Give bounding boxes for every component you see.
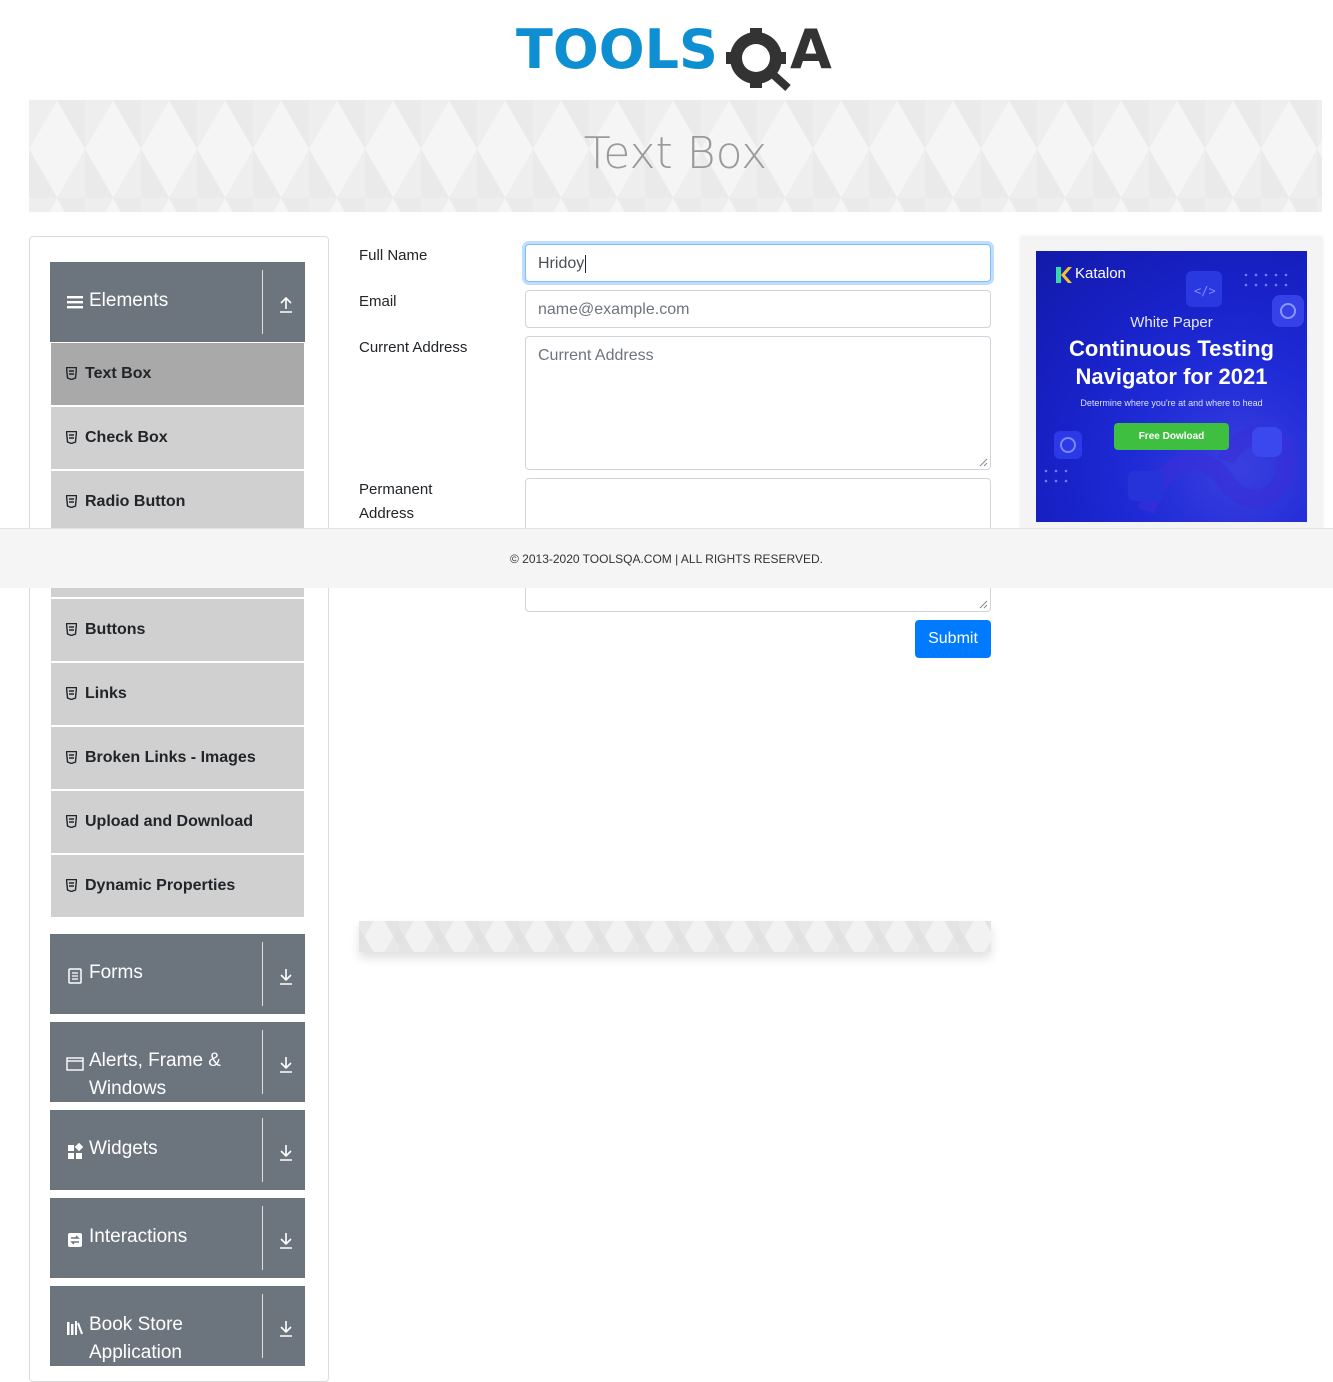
window-icon xyxy=(66,1057,84,1071)
email-input[interactable]: name@example.com xyxy=(525,290,991,328)
group-alerts-frame-windows[interactable]: Alerts, Frame & Windows xyxy=(50,1022,305,1102)
sidebar-item-label: Text Box xyxy=(85,365,152,382)
gear-magnifier-icon xyxy=(726,28,791,91)
page-banner: Text Box xyxy=(29,100,1322,212)
books-icon xyxy=(67,1321,83,1335)
html5-icon xyxy=(66,879,77,892)
full-name-label: Full Name xyxy=(359,247,428,264)
group-title-line2: Windows xyxy=(89,1078,167,1099)
permanent-address-label-line2: Address xyxy=(359,505,415,522)
email-label: Email xyxy=(359,293,397,310)
arrow-up-icon[interactable] xyxy=(277,294,295,314)
interactions-icon xyxy=(68,1233,82,1247)
ad-eyebrow: White Paper xyxy=(1130,314,1213,331)
ad-subtext: Determine where you're at and where to h… xyxy=(1080,398,1263,408)
ad-headline: Continuous Testing Navigator for 2021 xyxy=(1036,335,1307,391)
sidebar-item-upload-download[interactable]: Upload and Download xyxy=(51,791,304,853)
hamburger-icon xyxy=(67,296,83,309)
group-title: Elements xyxy=(89,290,169,311)
divider xyxy=(262,1206,263,1270)
divider xyxy=(262,942,263,1006)
current-address-placeholder: Current Address xyxy=(538,347,654,364)
sidebar-item-label: Dynamic Properties xyxy=(85,877,236,894)
sidebar-item-label: Links xyxy=(85,685,127,702)
resize-grip-icon[interactable] xyxy=(978,599,988,609)
decorative-strip xyxy=(359,921,991,952)
group-elements[interactable]: Elements xyxy=(50,262,305,342)
divider xyxy=(262,270,263,334)
group-title: Forms xyxy=(89,962,143,983)
html5-icon xyxy=(66,815,77,828)
widgets-icon xyxy=(68,1143,84,1159)
divider xyxy=(262,1294,263,1358)
logo-text-a: A xyxy=(790,18,832,81)
sidebar-item-label: Radio Button xyxy=(85,493,186,510)
katalon-ad-banner[interactable]: </> Katalon White Paper Continuous Testi… xyxy=(1036,251,1307,522)
ad-headline-line2: Navigator for 2021 xyxy=(1075,364,1268,389)
group-title-line1: Alerts, Frame & xyxy=(89,1050,221,1071)
free-download-button[interactable]: Free Dowload xyxy=(1114,423,1229,450)
sidebar-item-label: Upload and Download xyxy=(85,813,253,830)
divider xyxy=(262,1030,263,1094)
html5-icon xyxy=(66,751,77,764)
page-title: Text Box xyxy=(583,128,768,179)
current-address-label: Current Address xyxy=(359,339,468,356)
arrow-down-icon[interactable] xyxy=(277,1230,295,1250)
permanent-address-label-line1: Permanent xyxy=(359,481,433,498)
ad-brand: Katalon xyxy=(1075,265,1126,282)
group-widgets[interactable]: Widgets xyxy=(50,1110,305,1190)
sidebar-item-label: Buttons xyxy=(85,621,146,638)
form-icon xyxy=(68,968,82,984)
sidebar-item-buttons[interactable]: Buttons xyxy=(51,599,304,661)
text-cursor xyxy=(585,254,587,273)
group-title: Interactions xyxy=(89,1226,188,1247)
group-title: Widgets xyxy=(89,1138,158,1159)
sidebar-item-label: Check Box xyxy=(85,429,168,446)
sidebar-item-links[interactable]: Links xyxy=(51,663,304,725)
group-title-line2: Application xyxy=(89,1342,182,1363)
arrow-down-icon[interactable] xyxy=(277,1318,295,1338)
resize-grip-icon[interactable] xyxy=(978,457,988,467)
sidebar-item-radio-button[interactable]: Radio Button xyxy=(51,471,304,533)
current-address-textarea[interactable]: Current Address xyxy=(525,336,991,470)
group-forms[interactable]: Forms xyxy=(50,934,305,1014)
sidebar: Elements Text Box Check Box Radio Button… xyxy=(29,236,329,1382)
arrow-down-icon[interactable] xyxy=(277,1054,295,1074)
html5-icon xyxy=(66,687,77,700)
full-name-value: Hridoy xyxy=(538,255,585,272)
email-placeholder: name@example.com xyxy=(538,301,690,318)
toolsqa-logo[interactable]: TOOLS A xyxy=(516,18,846,93)
sidebar-item-label: Broken Links - Images xyxy=(85,749,256,766)
svg-text:</>: </> xyxy=(1194,284,1216,298)
ad-headline-line1: Continuous Testing xyxy=(1069,336,1274,361)
sidebar-item-dynamic-properties[interactable]: Dynamic Properties xyxy=(51,855,304,917)
arrow-down-icon[interactable] xyxy=(277,966,295,986)
html5-icon xyxy=(66,495,77,508)
footer: © 2013-2020 TOOLSQA.COM | ALL RIGHTS RES… xyxy=(0,528,1333,588)
html5-icon xyxy=(66,431,77,444)
copyright-text: © 2013-2020 TOOLSQA.COM | ALL RIGHTS RES… xyxy=(510,552,823,566)
divider xyxy=(262,1118,263,1182)
sidebar-item-text-box[interactable]: Text Box xyxy=(51,343,304,405)
katalon-logo-icon xyxy=(1056,267,1072,283)
sidebar-item-check-box[interactable]: Check Box xyxy=(51,407,304,469)
arrow-down-icon[interactable] xyxy=(277,1142,295,1162)
group-book-store-application[interactable]: Book Store Application xyxy=(50,1286,305,1366)
group-title-line1: Book Store xyxy=(89,1314,183,1335)
html5-icon xyxy=(66,623,77,636)
logo-text-tools: TOOLS xyxy=(516,18,718,81)
html5-icon xyxy=(66,367,77,380)
group-interactions[interactable]: Interactions xyxy=(50,1198,305,1278)
sidebar-item-broken-links[interactable]: Broken Links - Images xyxy=(51,727,304,789)
full-name-input[interactable]: Hridoy xyxy=(525,244,991,282)
submit-button[interactable]: Submit xyxy=(915,620,991,658)
